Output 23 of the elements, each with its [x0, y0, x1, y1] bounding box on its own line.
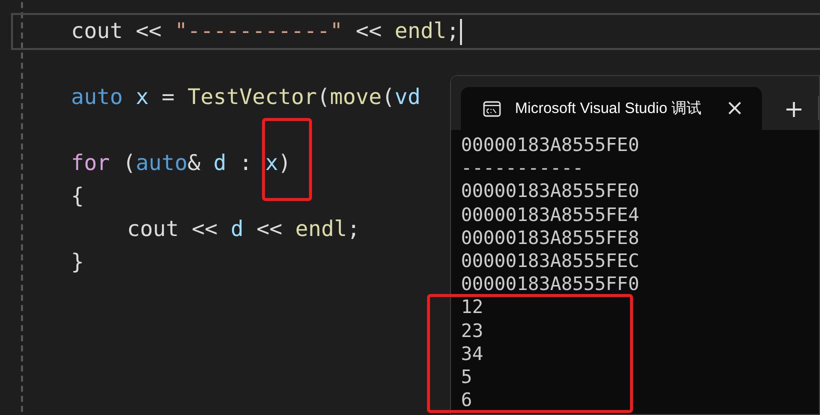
code-line: for (auto& d : x): [70, 150, 292, 178]
code-line: cout << "-----------" << endl;: [13, 15, 820, 48]
output-line: -----------: [461, 157, 585, 180]
output-line: 5: [461, 366, 474, 390]
output-line: 6: [461, 389, 474, 412]
output-line: 00000183A8555FE4: [461, 204, 640, 227]
terminal-tab[interactable]: Microsoft Visual Studio 调试 ×: [461, 87, 762, 130]
code-line: {: [70, 183, 84, 211]
code-line: auto x = TestVector(move(vd: [70, 84, 421, 112]
new-tab-button[interactable]: +: [778, 87, 810, 130]
console-icon: [483, 100, 501, 116]
tab-title: Microsoft Visual Studio 调试: [515, 99, 702, 118]
output-line: 00000183A8555FEC: [461, 250, 640, 274]
output-line: 23: [461, 320, 484, 343]
close-tab-button[interactable]: ×: [721, 96, 748, 121]
output-line: 00000183A8555FE8: [461, 226, 640, 250]
code-line: }: [70, 249, 84, 277]
output-line: 12: [461, 296, 484, 320]
output-line: 00000183A8555FE0: [461, 134, 640, 158]
output-line: 34: [461, 342, 484, 366]
code-line: cout << d << endl;: [126, 216, 360, 244]
output-line: 00000183A8555FF0: [461, 273, 640, 296]
output-line: 00000183A8555FE0: [461, 180, 640, 204]
